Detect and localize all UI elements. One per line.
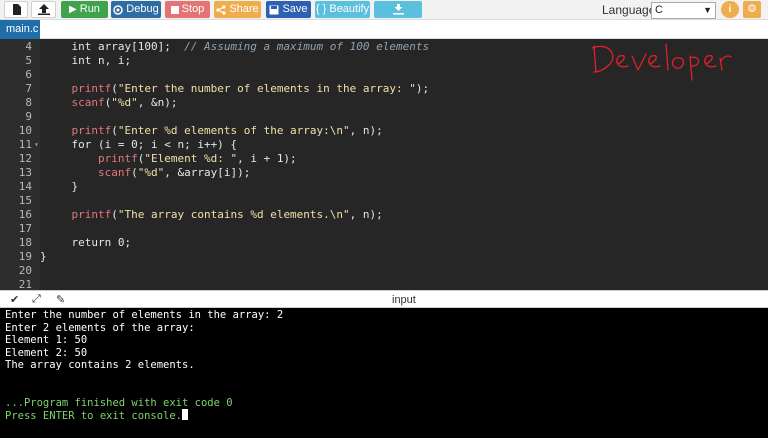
- line-code: int array[100]; // Assuming a maximum of…: [45, 40, 430, 53]
- line-code: }: [45, 180, 79, 193]
- console-line: Element 2: 50: [5, 346, 88, 359]
- line-number: 11: [18, 138, 32, 151]
- tab-main-c[interactable]: main.c: [0, 20, 40, 39]
- code-line: 18 return 0;: [0, 236, 768, 250]
- floppy-icon: [269, 5, 279, 14]
- console-line: The array contains 2 elements.: [5, 359, 195, 371]
- debug-icon: [113, 4, 124, 15]
- share-button[interactable]: Share: [214, 1, 261, 18]
- line-code: printf("The array contains %d elements.\…: [71, 208, 383, 221]
- code-line: 15: [0, 194, 768, 208]
- line-code: int n, i;: [45, 54, 132, 67]
- console-header: ✔ ⤢ ✎ input: [0, 290, 768, 308]
- share-label: Share: [229, 3, 259, 15]
- fold-arrow-icon[interactable]: ▾: [34, 138, 39, 152]
- info-button[interactable]: i: [721, 1, 739, 18]
- line-number: 9: [25, 110, 32, 123]
- console-line: Enter 2 elements of the array:: [5, 321, 195, 334]
- line-number: 20: [18, 264, 32, 277]
- stop-icon: [170, 5, 179, 14]
- console-prompt-line: Press ENTER to exit console.: [5, 409, 768, 422]
- code-editor[interactable]: 4 int array[100]; // Assuming a maximum …: [0, 39, 768, 290]
- info-icon: i: [728, 4, 732, 15]
- beautify-label: { } Beautify: [315, 3, 370, 15]
- code-line: 7 printf("Enter the number of elements i…: [0, 82, 768, 96]
- play-icon: ▶: [69, 4, 77, 15]
- line-code: printf("Enter the number of elements in …: [71, 82, 430, 95]
- line-code: scanf("%d", &array[i]);: [97, 166, 251, 179]
- code-line: 20: [0, 264, 768, 278]
- line-code: printf("Enter %d elements of the array:\…: [71, 124, 383, 137]
- download-button[interactable]: [374, 1, 422, 18]
- code-line: 16 printf("The array contains %d element…: [0, 208, 768, 222]
- line-number: 16: [18, 208, 32, 221]
- line-code: for (i = 0; i < n; i++) {: [45, 138, 238, 151]
- upload-button[interactable]: [31, 1, 56, 18]
- line-number: 14: [18, 180, 32, 193]
- console-exit-line: ...Program finished with exit code 0: [5, 396, 233, 409]
- gear-icon: ⚙: [747, 3, 757, 15]
- settings-button[interactable]: ⚙: [743, 1, 761, 18]
- beautify-button[interactable]: { } Beautify: [315, 1, 370, 18]
- debug-button[interactable]: Debug: [111, 1, 161, 18]
- code-line: 9: [0, 110, 768, 124]
- line-number: 8: [25, 96, 32, 109]
- line-number: 18: [18, 236, 32, 249]
- console-cursor: [182, 409, 189, 420]
- file-icon: [12, 4, 21, 15]
- toolbar: ▶ Run Debug Stop Share Save { } Beautify…: [0, 0, 768, 20]
- line-number: 7: [25, 82, 32, 95]
- save-label: Save: [282, 3, 308, 15]
- console-line: Enter the number of elements in the arra…: [5, 309, 284, 321]
- line-code: printf("Element %d: ", i + 1);: [97, 152, 297, 165]
- line-number: 17: [18, 222, 32, 235]
- code-line: 12 printf("Element %d: ", i + 1);: [0, 152, 768, 166]
- code-line: 8 scanf("%d", &n);: [0, 96, 768, 110]
- line-code: return 0;: [45, 236, 132, 249]
- line-number: 6: [25, 68, 32, 81]
- line-number: 4: [25, 40, 32, 53]
- line-code: scanf("%d", &n);: [71, 96, 178, 109]
- code-line: 14 }: [0, 180, 768, 194]
- download-icon: [392, 4, 404, 15]
- console-line: Element 1: 50: [5, 334, 88, 346]
- line-number: 10: [18, 124, 32, 137]
- chevron-down-icon[interactable]: ✔: [10, 293, 19, 306]
- line-number: 15: [18, 194, 32, 207]
- run-label: Run: [79, 3, 100, 15]
- developer-signature: [591, 43, 732, 81]
- code-line: 21: [0, 278, 768, 290]
- language-value: C: [655, 4, 663, 16]
- upload-icon: [37, 4, 50, 15]
- code-line: 11 ▾ for (i = 0; i < n; i++) {: [0, 138, 768, 152]
- run-button[interactable]: ▶ Run: [61, 1, 108, 18]
- debug-label: Debug: [126, 3, 159, 15]
- language-select[interactable]: C ▼: [651, 2, 716, 19]
- code-line: 13 scanf("%d", &array[i]);: [0, 166, 768, 180]
- file-tab-strip: main.c: [0, 20, 768, 39]
- code-line: 10 printf("Enter %d elements of the arra…: [0, 124, 768, 138]
- line-number: 5: [25, 54, 32, 67]
- console-output[interactable]: Enter the number of elements in the arra…: [0, 308, 768, 438]
- clear-console-icon[interactable]: ✎: [56, 293, 65, 306]
- language-label: Language: [602, 3, 656, 17]
- line-number: 19: [18, 250, 32, 263]
- chevron-down-icon: ▼: [703, 5, 712, 15]
- share-icon: [216, 4, 226, 15]
- new-file-button[interactable]: [4, 1, 28, 18]
- save-button[interactable]: Save: [266, 1, 311, 18]
- expand-icon[interactable]: ⤢: [32, 293, 41, 306]
- line-number: 12: [18, 152, 32, 165]
- line-number: 13: [18, 166, 32, 179]
- line-code: }: [40, 250, 47, 263]
- stop-button[interactable]: Stop: [165, 1, 210, 18]
- console-title: input: [392, 294, 416, 306]
- code-line: 19 }: [0, 250, 768, 264]
- stop-label: Stop: [181, 3, 205, 15]
- line-number: 21: [18, 278, 32, 290]
- code-line: 17: [0, 222, 768, 236]
